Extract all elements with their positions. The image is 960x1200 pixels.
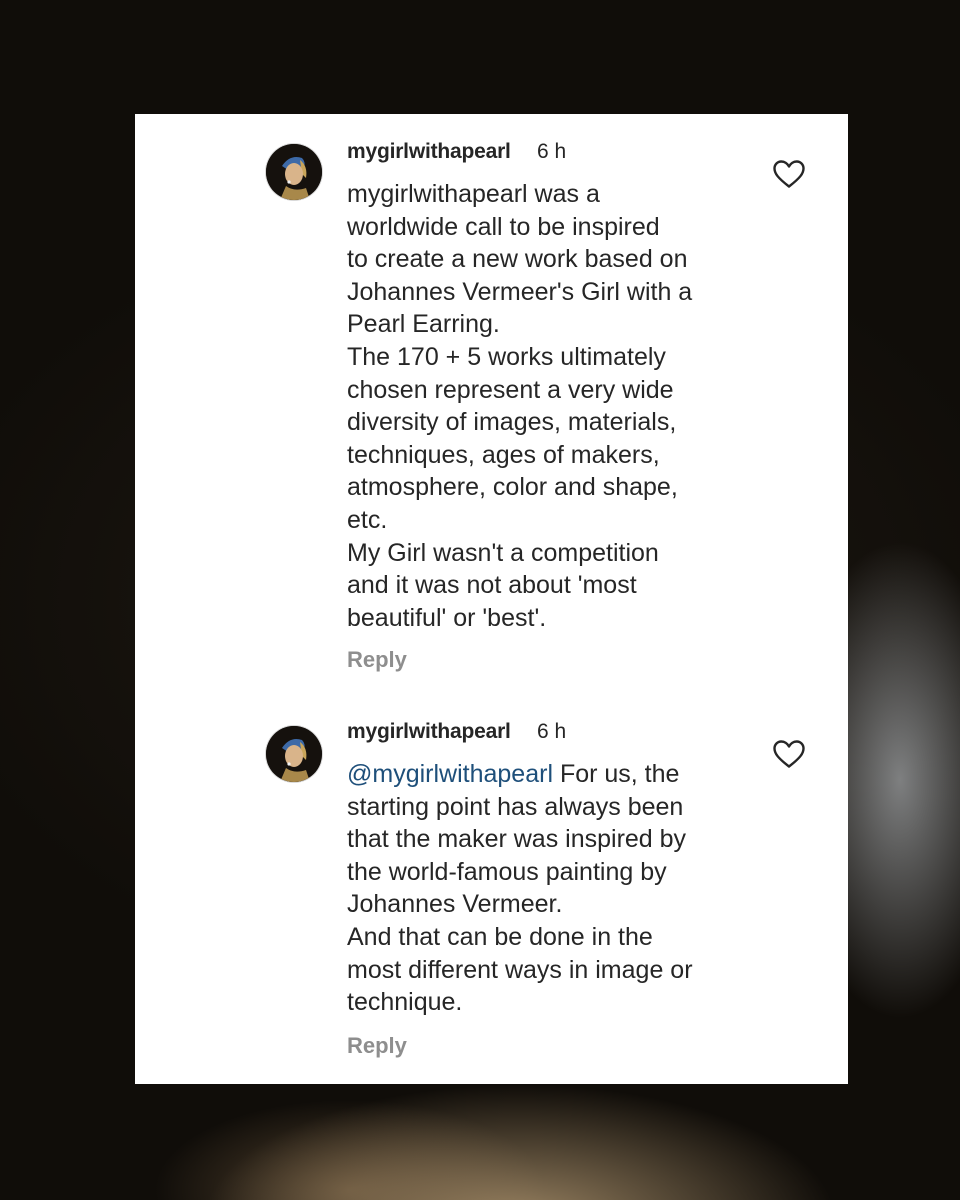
comment-line: that the maker was inspired by bbox=[347, 825, 687, 854]
heart-outline-icon[interactable] bbox=[772, 159, 806, 189]
comment-line: chosen represent a very wide bbox=[347, 375, 674, 404]
comment-line: mygirlwithapearl was a bbox=[347, 180, 600, 208]
mention-link[interactable]: @mygirlwithapearl bbox=[347, 760, 553, 788]
heart-outline-icon[interactable] bbox=[772, 739, 806, 769]
comment-username[interactable]: mygirlwithapearl bbox=[347, 720, 511, 744]
comment-line-rest: For us, the bbox=[553, 760, 680, 788]
reply-button[interactable]: Reply bbox=[347, 647, 407, 673]
comment-line: and it was not about 'most bbox=[347, 571, 637, 600]
comment-text: @mygirlwithapearl For us, the starting p… bbox=[347, 758, 747, 1019]
comments-card: mygirlwithapearl 6 h mygirlwithapearl wa… bbox=[135, 114, 848, 1084]
comment-line: atmosphere, color and shape, bbox=[347, 473, 678, 502]
comment-username[interactable]: mygirlwithapearl bbox=[347, 140, 511, 164]
comment-line: diversity of images, materials, bbox=[347, 408, 677, 437]
comment-line: techniques, ages of makers, bbox=[347, 440, 660, 469]
reply-button[interactable]: Reply bbox=[347, 1033, 407, 1059]
comment-line: the world-famous painting by bbox=[347, 857, 667, 886]
comment-line: The 170 + 5 works ultimately bbox=[347, 342, 666, 371]
comment-line: technique. bbox=[347, 988, 463, 1017]
comment-line: beautiful' or 'best'. bbox=[347, 603, 547, 632]
comment-line: @mygirlwithapearl For us, the bbox=[347, 758, 747, 791]
comment-line: And that can be done in the bbox=[347, 922, 653, 951]
comment-line: My Girl wasn't a competition bbox=[347, 538, 659, 567]
comment-line: most different ways in image or bbox=[347, 955, 693, 984]
comment-line: starting point has always been bbox=[347, 792, 684, 821]
comment-line: Johannes Vermeer's Girl with a bbox=[347, 277, 693, 306]
avatar[interactable] bbox=[266, 726, 322, 782]
comment-text: mygirlwithapearl was a worldwide call to… bbox=[347, 178, 747, 634]
girl-with-pearl-earring-avatar bbox=[266, 726, 322, 782]
avatar[interactable] bbox=[266, 144, 322, 200]
comment-line: worldwide call to be inspired bbox=[347, 212, 660, 241]
comment-time: 6 h bbox=[537, 140, 567, 163]
comment-line: Pearl Earring. bbox=[347, 310, 500, 339]
comment-line: to create a new work based on bbox=[347, 245, 688, 274]
comment-time: 6 h bbox=[537, 720, 567, 743]
girl-with-pearl-earring-avatar bbox=[266, 144, 322, 200]
comment-line: Johannes Vermeer. bbox=[347, 890, 563, 919]
comment-line: etc. bbox=[347, 505, 388, 534]
